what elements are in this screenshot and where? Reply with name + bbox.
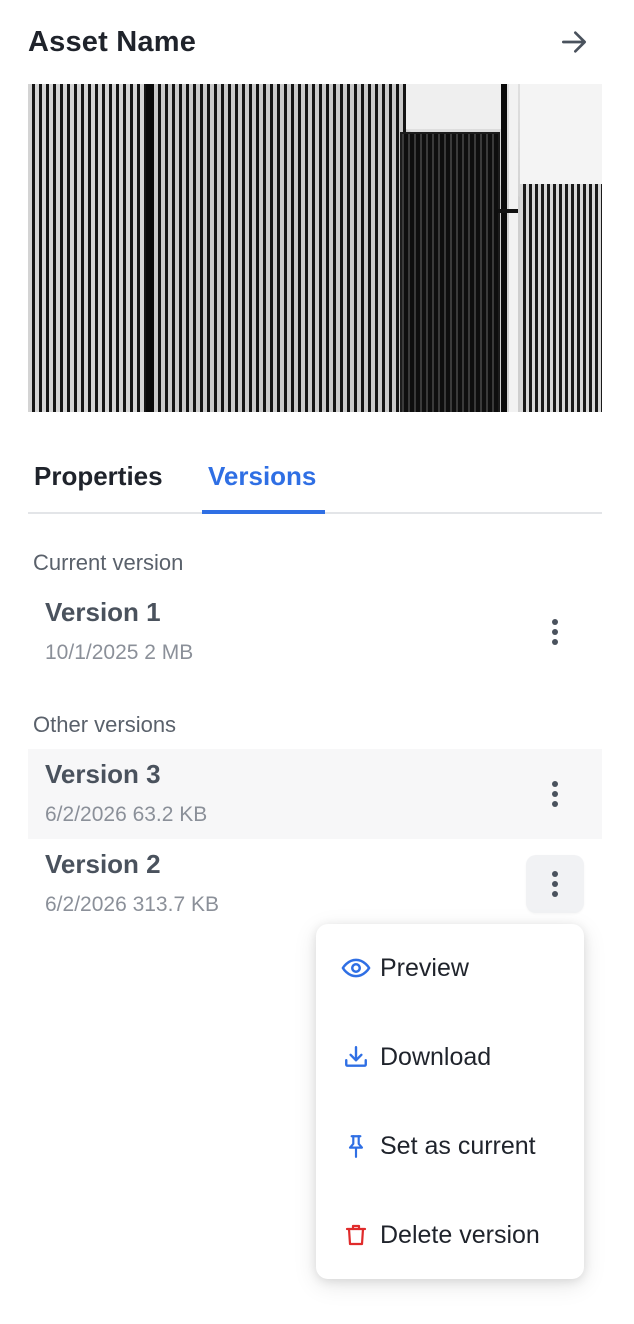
menu-item-label: Set as current <box>380 1131 536 1160</box>
version-name: Version 2 <box>45 849 161 879</box>
other-versions-heading: Other versions <box>33 712 177 737</box>
version-meta: 6/2/2026 313.7 KB <box>45 893 219 916</box>
menu-item-label: Preview <box>380 953 469 982</box>
menu-item-label: Delete version <box>380 1220 540 1249</box>
version-name: Version 1 <box>45 597 161 627</box>
panel-header: Asset Name <box>28 18 588 66</box>
version-row-1[interactable]: Version 1 10/1/2025 2 MB <box>28 587 602 677</box>
menu-item-label: Download <box>380 1042 492 1071</box>
version-name: Version 3 <box>45 759 161 789</box>
download-icon <box>341 1042 371 1072</box>
more-vertical-icon <box>552 781 558 807</box>
more-vertical-icon <box>552 871 558 897</box>
menu-item-preview[interactable]: Preview <box>316 924 584 1012</box>
version-meta: 10/1/2025 2 MB <box>45 641 194 664</box>
arrow-right-icon <box>562 31 586 53</box>
trash-icon <box>341 1220 371 1250</box>
version-meta: 6/2/2026 63.2 KB <box>45 803 208 826</box>
menu-item-set-current[interactable]: Set as current <box>316 1102 584 1190</box>
version-row-3[interactable]: Version 3 6/2/2026 63.2 KB <box>28 749 602 839</box>
detail-tabs: Properties Versions <box>28 440 602 514</box>
tab-properties[interactable]: Properties <box>34 440 163 512</box>
menu-item-download[interactable]: Download <box>316 1013 584 1101</box>
active-tab-indicator <box>202 510 325 514</box>
current-version-heading: Current version <box>33 550 184 575</box>
pin-icon <box>341 1131 371 1161</box>
close-panel-button[interactable] <box>552 20 596 64</box>
version-row-2[interactable]: Version 2 6/2/2026 313.7 KB <box>28 839 602 929</box>
version-more-button[interactable] <box>526 855 584 913</box>
more-vertical-icon <box>552 619 558 645</box>
menu-item-delete[interactable]: Delete version <box>316 1191 584 1279</box>
version-context-menu: Preview Download Set as current Delete v… <box>316 924 584 1279</box>
asset-title: Asset Name <box>28 25 197 58</box>
version-more-button[interactable] <box>526 765 584 823</box>
asset-preview-image <box>28 84 602 412</box>
eye-icon <box>341 953 371 983</box>
tab-versions[interactable]: Versions <box>208 440 316 512</box>
version-more-button[interactable] <box>526 603 584 661</box>
